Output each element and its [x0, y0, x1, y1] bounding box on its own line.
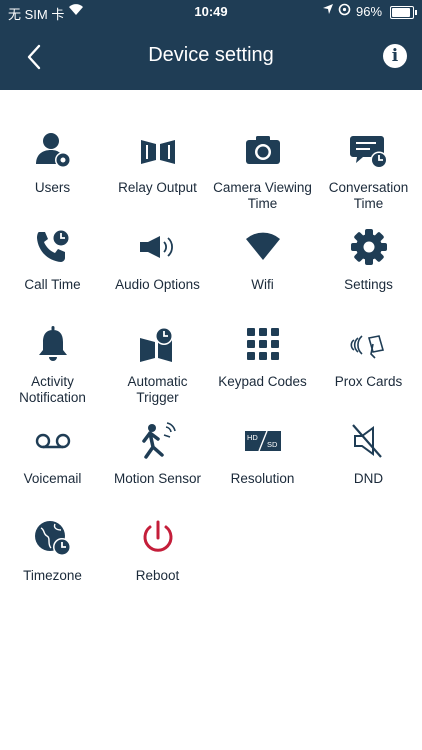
- svg-text:SD: SD: [267, 440, 278, 449]
- voicemail-icon: [0, 421, 105, 465]
- tile-label: Reboot: [135, 568, 180, 583]
- camera-icon: [210, 130, 315, 174]
- tile-timezone[interactable]: Timezone: [0, 518, 105, 614]
- tile-keypad-codes[interactable]: Keypad Codes: [210, 324, 315, 420]
- tile-label: Conversation Time: [328, 180, 409, 211]
- wifi-icon: [210, 227, 315, 271]
- tile-wifi[interactable]: Wifi: [210, 227, 315, 323]
- chat-clock-icon: [316, 130, 421, 174]
- tile-voicemail[interactable]: Voicemail: [0, 421, 105, 517]
- tile-activity-notification[interactable]: Activity Notification: [0, 324, 105, 420]
- tile-label: Call Time: [24, 277, 81, 292]
- hd-sd-icon: HD SD: [210, 421, 315, 465]
- gate-icon: [105, 130, 210, 174]
- tile-label: Resolution: [230, 471, 295, 486]
- tile-label: Voicemail: [23, 471, 82, 486]
- tile-automatic-trigger[interactable]: Automatic Trigger: [105, 324, 210, 420]
- tile-label: Prox Cards: [334, 374, 403, 389]
- tile-label: Motion Sensor: [113, 471, 202, 486]
- tile-label: Camera Viewing Time: [213, 180, 312, 211]
- user-gear-icon: [0, 130, 105, 174]
- tile-label: DND: [353, 471, 384, 486]
- tile-label: Keypad Codes: [218, 374, 307, 389]
- tile-users[interactable]: Users: [0, 130, 105, 226]
- tile-label: Settings: [344, 277, 393, 292]
- tile-relay-output[interactable]: Relay Output: [105, 130, 210, 226]
- battery-icon: [390, 6, 417, 19]
- tile-label: Audio Options: [115, 277, 200, 292]
- battery-percentage: 96%: [356, 4, 383, 19]
- tile-call-time[interactable]: Call Time: [0, 227, 105, 323]
- alarm-icon: [338, 3, 351, 19]
- motion-icon: [105, 421, 210, 465]
- tile-resolution[interactable]: HD SD Resolution: [210, 421, 315, 517]
- gear-icon: [316, 227, 421, 271]
- mute-icon: [316, 421, 421, 465]
- tile-motion-sensor[interactable]: Motion Sensor: [105, 421, 210, 517]
- tile-label: Relay Output: [118, 180, 197, 195]
- tile-label: Timezone: [23, 568, 82, 583]
- tile-audio-options[interactable]: Audio Options: [105, 227, 210, 323]
- svg-text:HD: HD: [247, 433, 258, 442]
- tile-label: Users: [34, 180, 71, 195]
- globe-clock-icon: [0, 518, 105, 562]
- status-bar: 无 SIM 卡 10:49 96%: [0, 0, 422, 24]
- gate-clock-icon: [105, 324, 210, 368]
- info-button[interactable]: i: [383, 44, 407, 68]
- info-icon: i: [391, 46, 399, 66]
- page-title: Device setting: [148, 44, 274, 66]
- tile-settings[interactable]: Settings: [316, 227, 421, 323]
- tile-dnd[interactable]: DND: [316, 421, 421, 517]
- navigation-bar: Device setting i: [0, 24, 422, 90]
- tile-prox-cards[interactable]: Prox Cards: [316, 324, 421, 420]
- contactless-card-icon: [316, 324, 421, 368]
- bell-icon: [0, 324, 105, 368]
- tile-label: Automatic Trigger: [127, 374, 188, 405]
- keypad-icon: [210, 324, 315, 368]
- header: 无 SIM 卡 10:49 96% Device setting i: [0, 0, 422, 90]
- power-icon: [105, 518, 210, 562]
- location-icon: [322, 3, 334, 18]
- speaker-icon: [105, 227, 210, 271]
- tile-label: Wifi: [251, 277, 274, 292]
- tile-label: Activity Notification: [19, 374, 86, 405]
- tile-reboot[interactable]: Reboot: [105, 518, 210, 614]
- phone-clock-icon: [0, 227, 105, 271]
- tile-conversation-time[interactable]: Conversation Time: [316, 130, 421, 226]
- tile-camera-viewing-time[interactable]: Camera Viewing Time: [210, 130, 315, 226]
